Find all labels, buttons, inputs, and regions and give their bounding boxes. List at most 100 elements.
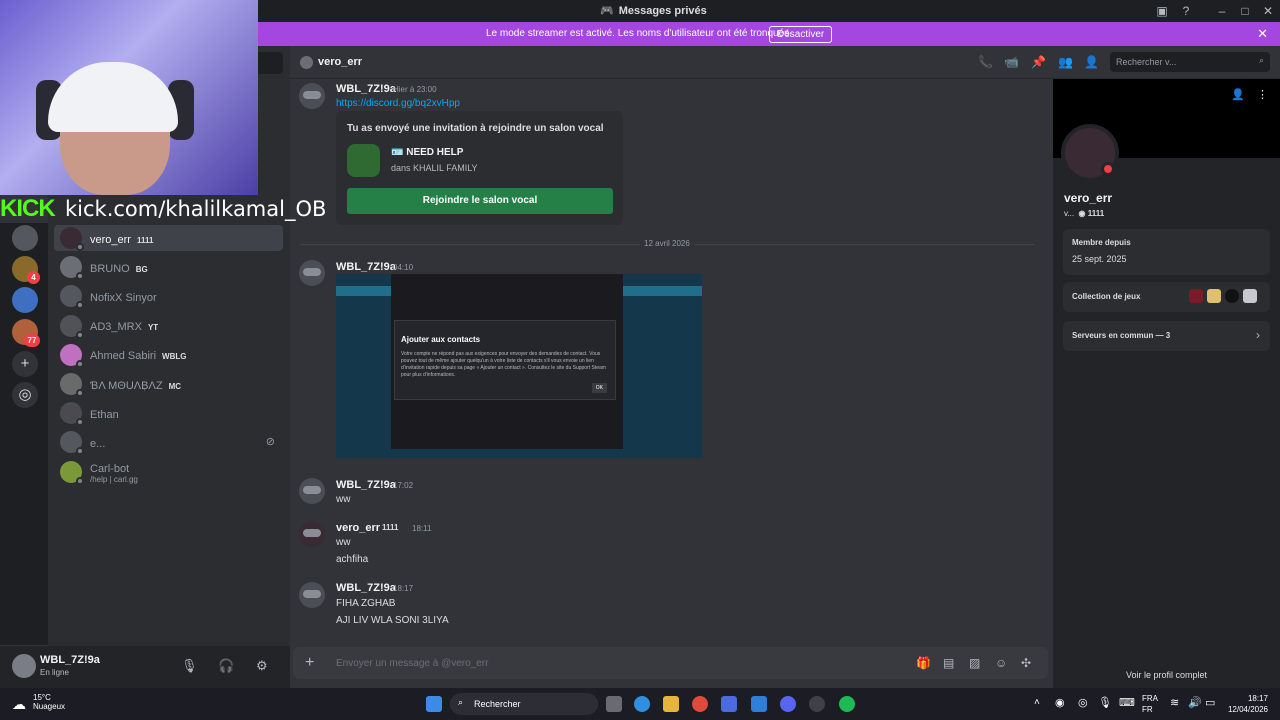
pinned-icon[interactable]: 📌: [1031, 55, 1046, 69]
message-author[interactable]: WBL_7Z!9a: [336, 582, 396, 594]
tray-mic-icon[interactable]: 🎙: [1098, 696, 1112, 709]
server-icon[interactable]: [12, 225, 38, 251]
weather-widget[interactable]: ☁ 15°C Nuageux: [12, 693, 66, 712]
message-avatar[interactable]: [299, 582, 325, 608]
inbox-icon[interactable]: ▣: [1154, 3, 1170, 19]
file-explorer-icon[interactable]: [663, 696, 679, 712]
game-icon: [1207, 289, 1221, 303]
attached-screenshot[interactable]: Ajouter aux contacts Votre compte ne rép…: [336, 274, 702, 458]
message-link[interactable]: https://discord.gg/bq2xvHpp: [336, 98, 460, 109]
chrome-icon[interactable]: [692, 696, 708, 712]
wifi-icon[interactable]: ≋: [1170, 696, 1179, 709]
add-friend-icon[interactable]: 👤: [1231, 88, 1245, 101]
dm-text: ƁΛ MΘUΛḄΛZ MC: [90, 377, 181, 392]
message-author[interactable]: WBL_7Z!9a: [336, 479, 396, 491]
add-attachment-icon[interactable]: +: [305, 654, 314, 672]
blocked-icon: ⊘: [265, 436, 275, 449]
dm-item[interactable]: AD3_MRX YT: [54, 313, 283, 339]
user-avatar[interactable]: [12, 654, 36, 678]
store-icon[interactable]: [721, 696, 737, 712]
weather-temp: 15°C: [33, 693, 51, 702]
mutual-servers-card[interactable]: Serveurs en commun — 3 ›: [1063, 321, 1270, 351]
dm-item[interactable]: ƁΛ MΘUΛḄΛZ MC: [54, 371, 283, 397]
taskbar-search[interactable]: ⌕ Rechercher: [450, 693, 598, 715]
maximize-button[interactable]: □: [1237, 3, 1253, 19]
message-author[interactable]: vero_err: [336, 522, 380, 534]
dm-item[interactable]: Carl-bot/help | carl.gg: [54, 459, 283, 485]
start-icon[interactable]: [426, 696, 442, 712]
kick-overlay: KICK kick.com/khalilkamal_OB: [0, 195, 330, 223]
dm-text: NofixX Sinyor: [90, 289, 157, 304]
server-icon[interactable]: [12, 287, 38, 313]
join-voice-button[interactable]: Rejoindre le salon vocal: [347, 188, 613, 214]
task-view-icon[interactable]: [606, 696, 622, 712]
status-indicator: [76, 476, 84, 485]
gift-icon[interactable]: 🎁: [916, 656, 931, 670]
chevron-up-icon[interactable]: ˄: [1034, 697, 1040, 708]
dm-item[interactable]: NofixX Sinyor: [54, 283, 283, 310]
server-icon[interactable]: 4: [12, 256, 40, 284]
dm-item[interactable]: Ahmed Sabiri WBLG: [54, 342, 283, 368]
dm-item[interactable]: BRUNO BG: [54, 254, 283, 281]
dm-item[interactable]: e... ⊘: [54, 429, 283, 456]
voice-invite-card: Tu as envoyé une invitation à rejoindre …: [336, 111, 623, 225]
chat-header-name[interactable]: vero_err: [318, 56, 362, 68]
search-icon: ⌕: [458, 697, 464, 707]
close-window-button[interactable]: ✕: [1260, 3, 1276, 19]
settings-gear-icon[interactable]: ⚙: [256, 658, 268, 674]
dm-name: NofixX Sinyor: [90, 291, 157, 304]
weather-condition: Nuageux: [33, 702, 66, 711]
sticker-icon[interactable]: ▨: [969, 656, 980, 670]
message-composer[interactable]: + Envoyer un message à @vero_err 🎁 ▤ ▨ ☺…: [293, 647, 1048, 679]
dm-avatar: [60, 343, 84, 368]
spotify-icon[interactable]: [839, 696, 855, 712]
apps-icon[interactable]: ✣: [1021, 656, 1031, 670]
view-full-profile-link[interactable]: Voir le profil complet: [1053, 670, 1280, 680]
dm-avatar: [60, 431, 84, 456]
obs-icon[interactable]: [809, 696, 825, 712]
message-author[interactable]: WBL_7Z!9a: [336, 83, 396, 95]
microphone-icon[interactable]: 🎙: [181, 658, 198, 674]
message-author[interactable]: WBL_7Z!9a: [336, 261, 396, 273]
user-profile-icon[interactable]: 👤: [1084, 55, 1099, 69]
gif-icon[interactable]: ▤: [943, 656, 954, 670]
message-avatar[interactable]: [299, 521, 325, 547]
tray-keyboard-icon[interactable]: ⌨: [1119, 696, 1135, 709]
dm-avatar: [60, 227, 84, 251]
chat-search-input[interactable]: Rechercher v... ⌕: [1110, 52, 1270, 72]
profile-avatar[interactable]: [1061, 124, 1119, 182]
dm-tag: WBLG: [162, 352, 187, 362]
member-since-value: 25 sept. 2025: [1072, 254, 1127, 264]
minimize-button[interactable]: –: [1214, 3, 1230, 19]
game-collection-card[interactable]: Collection de jeux: [1063, 282, 1270, 312]
voice-call-icon[interactable]: 📞: [978, 55, 993, 69]
message-avatar[interactable]: [299, 260, 325, 286]
language-indicator[interactable]: FRA FR: [1142, 693, 1158, 715]
kick-url: kick.com/khalilkamal_OB: [65, 197, 327, 221]
edge-icon[interactable]: [634, 696, 650, 712]
discord-taskbar-icon[interactable]: [780, 696, 796, 712]
more-options-icon[interactable]: ⋮: [1257, 88, 1268, 101]
tray-discord-icon[interactable]: ◉: [1055, 696, 1065, 709]
emoji-icon[interactable]: ☺: [995, 656, 1007, 670]
message-avatar[interactable]: [299, 478, 325, 504]
clock[interactable]: 18:17 12/04/2026: [1228, 693, 1268, 715]
disable-streamer-button[interactable]: Désactiver: [769, 26, 833, 43]
volume-icon[interactable]: 🔊: [1188, 696, 1202, 709]
dm-item[interactable]: vero_err 1111: [54, 225, 283, 251]
video-call-icon[interactable]: 📹: [1004, 55, 1019, 69]
message-avatar[interactable]: [299, 83, 325, 109]
mail-icon[interactable]: [751, 696, 767, 712]
headset-icon[interactable]: 🎧: [218, 658, 234, 674]
add-friends-icon[interactable]: 👥: [1058, 55, 1073, 69]
help-icon[interactable]: ?: [1178, 3, 1194, 19]
dm-item[interactable]: Ethan: [54, 400, 283, 427]
message-text: FIHA ZGHAB: [336, 598, 396, 609]
add-server-icon[interactable]: +: [12, 351, 38, 377]
banner-close-icon[interactable]: ✕: [1257, 26, 1268, 42]
battery-icon[interactable]: ▭: [1205, 696, 1215, 709]
server-icon[interactable]: 77: [12, 319, 40, 347]
cloud-icon: ☁: [12, 696, 26, 712]
tray-obs-icon[interactable]: ◎: [1078, 696, 1088, 709]
explore-icon[interactable]: ◎: [12, 382, 38, 408]
